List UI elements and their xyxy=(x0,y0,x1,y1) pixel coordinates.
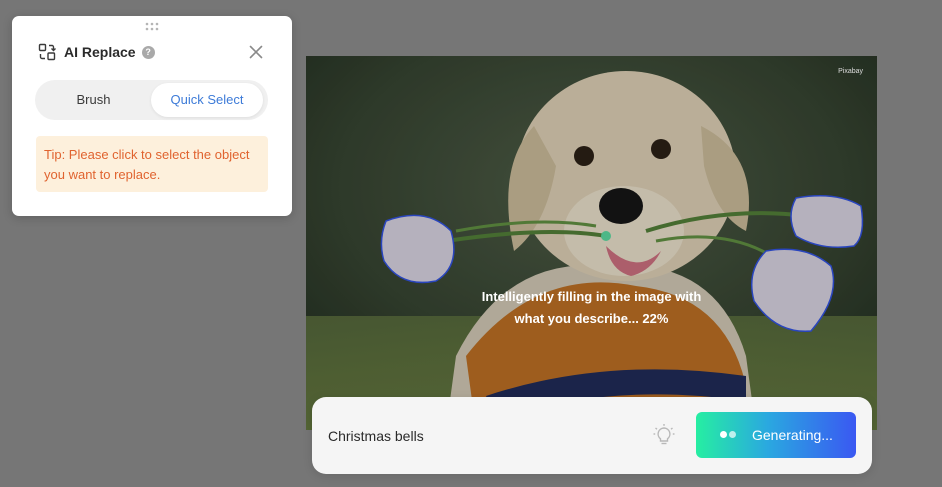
loading-dots-icon xyxy=(720,431,736,439)
ai-replace-icon xyxy=(38,43,56,61)
tip-message: Tip: Please click to select the object y… xyxy=(36,136,268,192)
drag-handle-icon[interactable] xyxy=(144,22,160,32)
prompt-input[interactable]: Christmas bells xyxy=(328,426,628,446)
puppy-image xyxy=(306,56,877,430)
progress-line-1: Intelligently filling in the image with xyxy=(481,289,702,304)
progress-message: Intelligently filling in the image with … xyxy=(306,286,877,330)
mode-toggle: Brush Quick Select xyxy=(35,80,268,120)
progress-line-2: what you describe... 22% xyxy=(514,311,669,326)
image-canvas[interactable]: Pixabay Intelligently filling in the ima… xyxy=(306,56,877,430)
watermark: Pixabay xyxy=(838,68,863,75)
generate-button[interactable]: Generating... xyxy=(696,412,856,458)
lightbulb-icon[interactable] xyxy=(652,423,676,447)
prompt-bar: Christmas bells Generating... xyxy=(312,397,872,474)
tab-quick-select[interactable]: Quick Select xyxy=(151,83,263,117)
panel-header: AI Replace ? xyxy=(38,42,155,62)
generate-label: Generating... xyxy=(752,427,833,443)
panel-title: AI Replace xyxy=(64,44,136,60)
question-icon[interactable]: ? xyxy=(141,45,155,59)
close-icon[interactable] xyxy=(248,44,264,60)
ai-replace-panel: AI Replace ? Brush Quick Select Tip: Ple… xyxy=(12,16,292,216)
tab-brush[interactable]: Brush xyxy=(35,83,152,117)
